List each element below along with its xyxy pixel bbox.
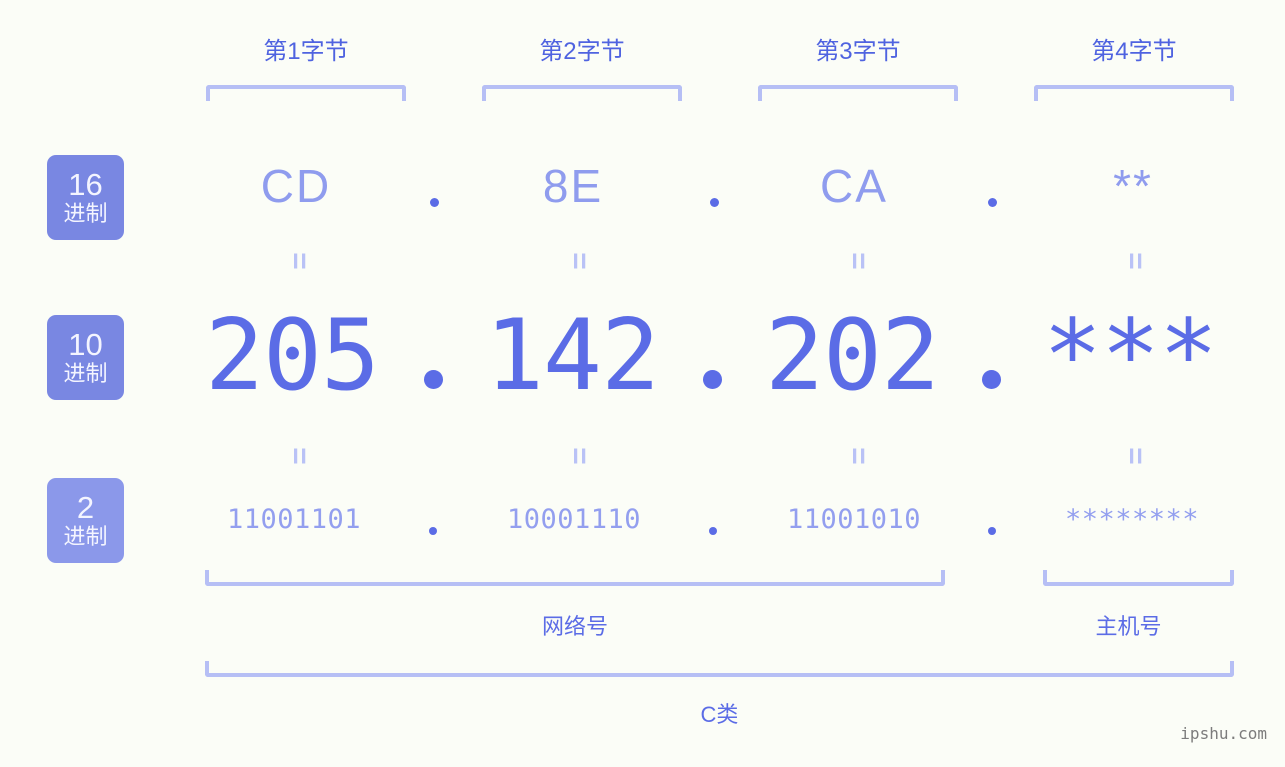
decimal-separator-dot-2 [703,370,722,389]
address-class-bracket [205,661,1234,677]
decimal-separator-dot-3 [982,370,1001,389]
byte-bracket-1 [206,85,406,101]
base-badge-hexadecimal-number: 16 [68,167,103,202]
base-badge-binary-number: 2 [76,490,95,525]
byte-bracket-4 [1034,85,1234,101]
hex-separator-dot-2 [710,198,719,207]
host-portion-label: 主机号 [1095,614,1162,639]
site-watermark: ipshu.com [1180,724,1267,743]
byte-bracket-3 [758,85,958,101]
base-badge-hexadecimal: 16 进制 [47,155,124,240]
network-portion-label: 网络号 [541,614,608,639]
base-badge-binary: 2 进制 [47,478,124,563]
ip-breakdown-diagram: 第1字节 第2字节 第3字节 第4字节 16 进制 10 进制 2 进制 CD … [0,0,1285,767]
byte-header-2: 第2字节 [539,38,625,65]
binary-separator-dot-3 [988,527,996,535]
base-badge-decimal-number: 10 [68,327,103,362]
byte-header-1: 第1字节 [263,38,349,65]
binary-separator-dot-1 [429,527,437,535]
address-class-label: C类 [700,702,739,727]
binary-byte-1: 11001101 [226,504,362,535]
base-badge-binary-unit: 进制 [63,524,108,549]
binary-separator-dot-2 [709,527,717,535]
byte-header-3: 第3字节 [815,38,901,65]
binary-byte-2: 10001110 [506,504,642,535]
network-portion-bracket [205,570,945,586]
base-badge-decimal: 10 进制 [47,315,124,400]
hex-separator-dot-1 [430,198,439,207]
host-portion-bracket [1043,570,1234,586]
byte-header-4: 第4字节 [1091,38,1177,65]
decimal-separator-dot-1 [424,370,443,389]
hex-separator-dot-3 [988,198,997,207]
base-badge-hexadecimal-unit: 进制 [63,201,108,226]
base-badge-decimal-unit: 进制 [63,361,108,386]
byte-bracket-2 [482,85,682,101]
binary-byte-3: 11001010 [786,504,922,535]
binary-byte-4: ******** [1064,504,1200,535]
